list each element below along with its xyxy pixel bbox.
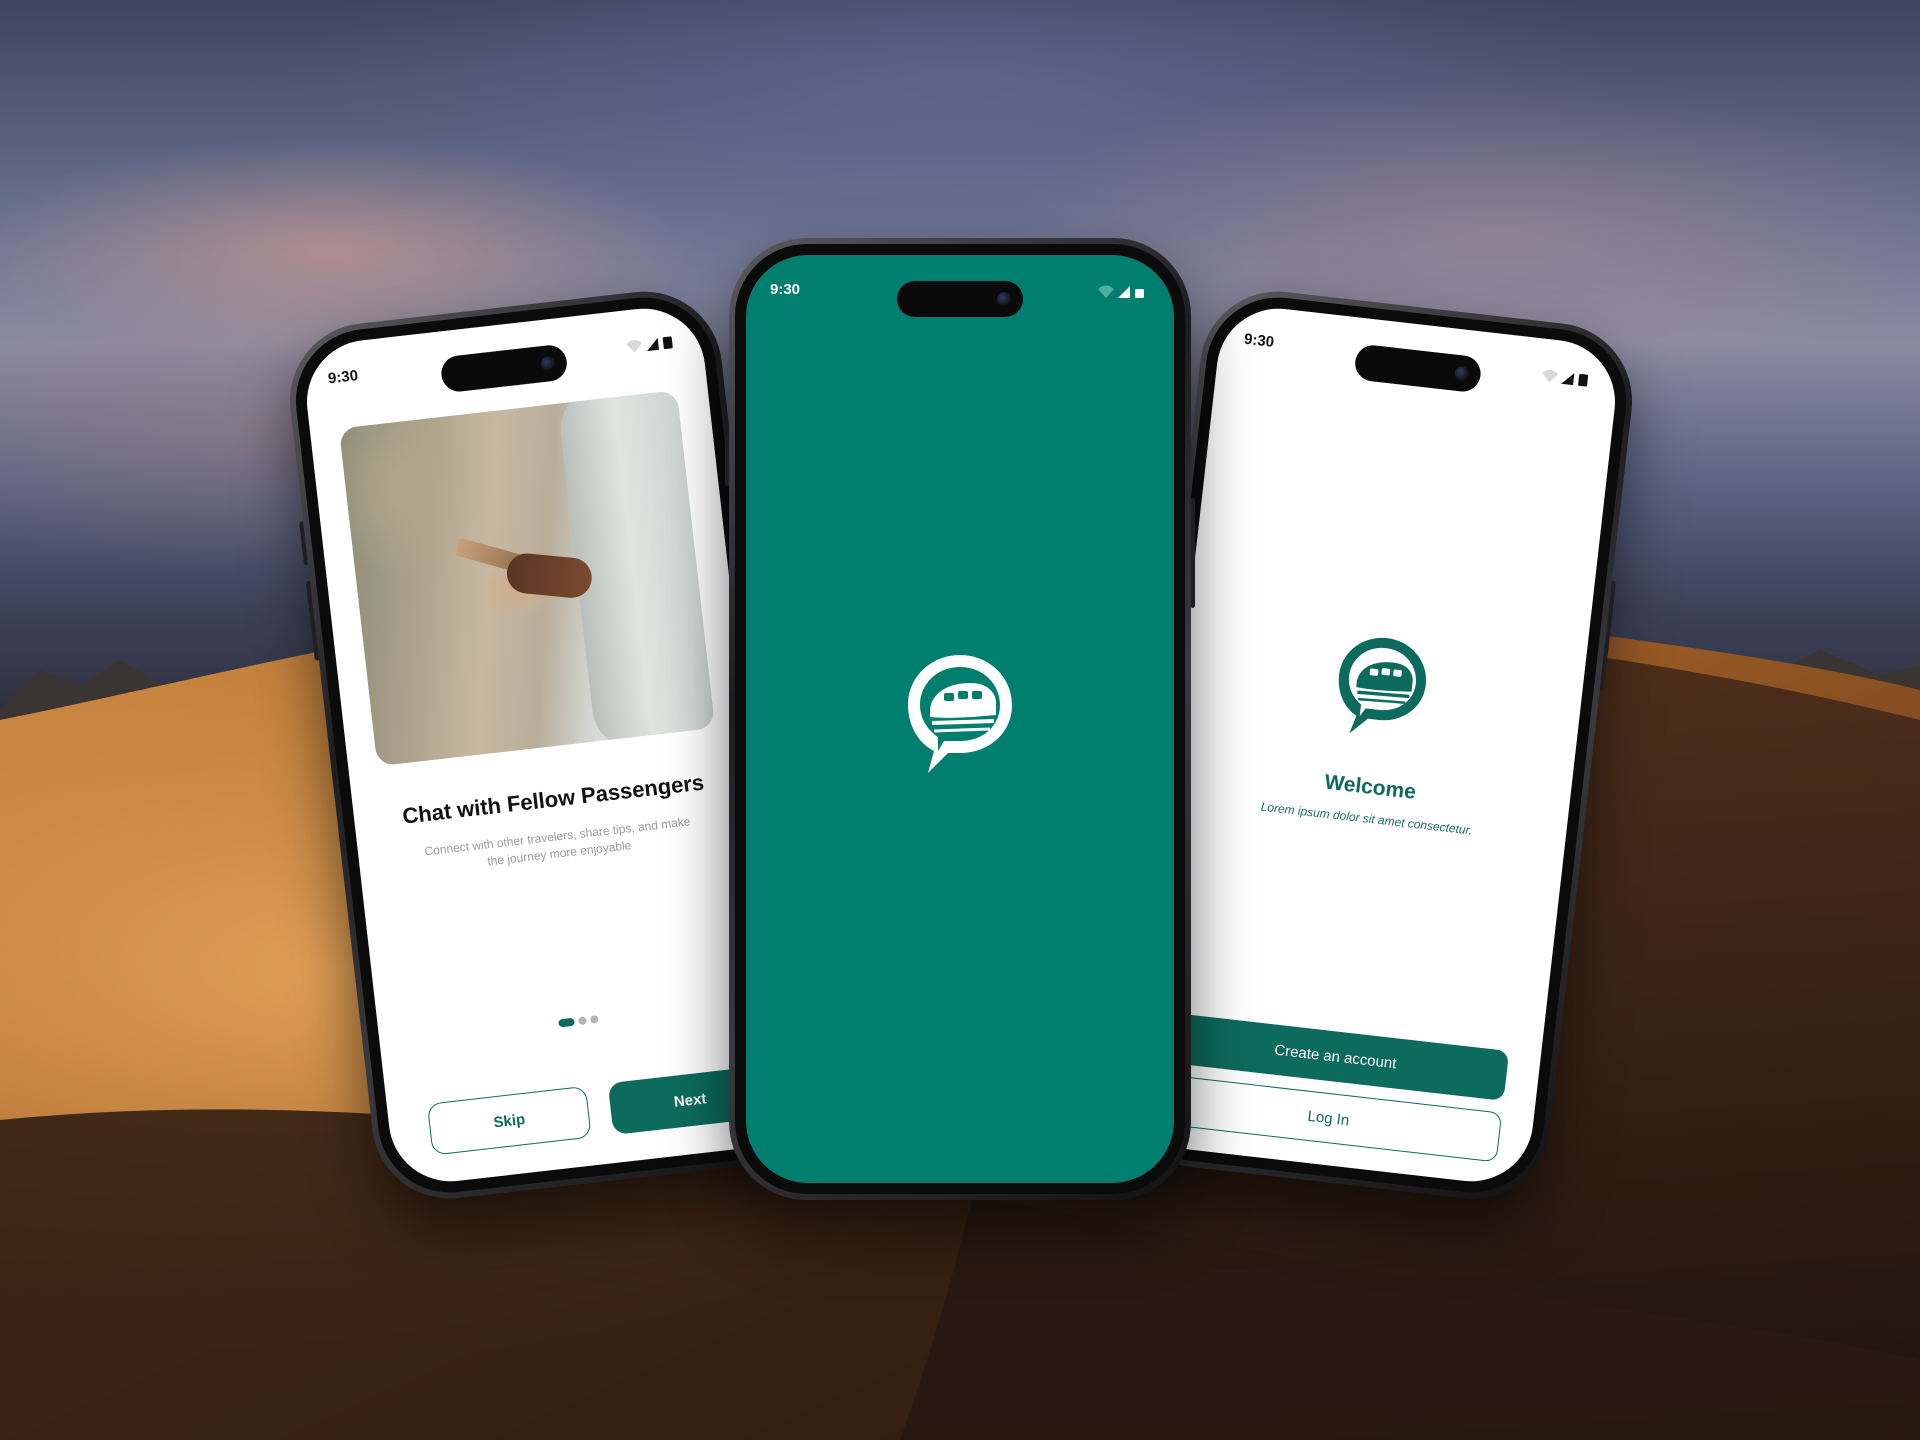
page-dot (578, 1016, 587, 1026)
dynamic-island (1353, 343, 1483, 394)
battery-icon (662, 336, 673, 350)
dynamic-island (439, 343, 569, 394)
skip-button[interactable]: Skip (426, 1085, 592, 1156)
cellular-signal-icon (1118, 286, 1130, 298)
cellular-signal-icon (647, 337, 659, 352)
page-dot-active (558, 1017, 575, 1028)
status-time: 9:30 (770, 281, 801, 298)
phone-splash: 9:30 (725, 238, 1195, 1200)
page-dot (589, 1014, 599, 1024)
splash-screen: 9:30 (746, 255, 1174, 1183)
battery-icon (1135, 289, 1144, 298)
dynamic-island (897, 281, 1023, 317)
status-time: 9:30 (327, 367, 359, 388)
status-time: 9:30 (1243, 330, 1275, 351)
status-icons (1542, 369, 1589, 387)
status-icons (1098, 285, 1144, 298)
person-holding-phone-photo (338, 390, 716, 767)
train-chat-bubble-logo (1338, 637, 1426, 734)
status-icons (626, 336, 673, 353)
wifi-icon (1098, 285, 1114, 298)
wifi-icon (626, 340, 643, 353)
cellular-signal-icon (1561, 373, 1575, 386)
train-chat-bubble-logo (908, 655, 1012, 773)
page-indicator (558, 1014, 599, 1029)
wifi-icon (1542, 369, 1559, 383)
battery-icon (1578, 373, 1589, 387)
